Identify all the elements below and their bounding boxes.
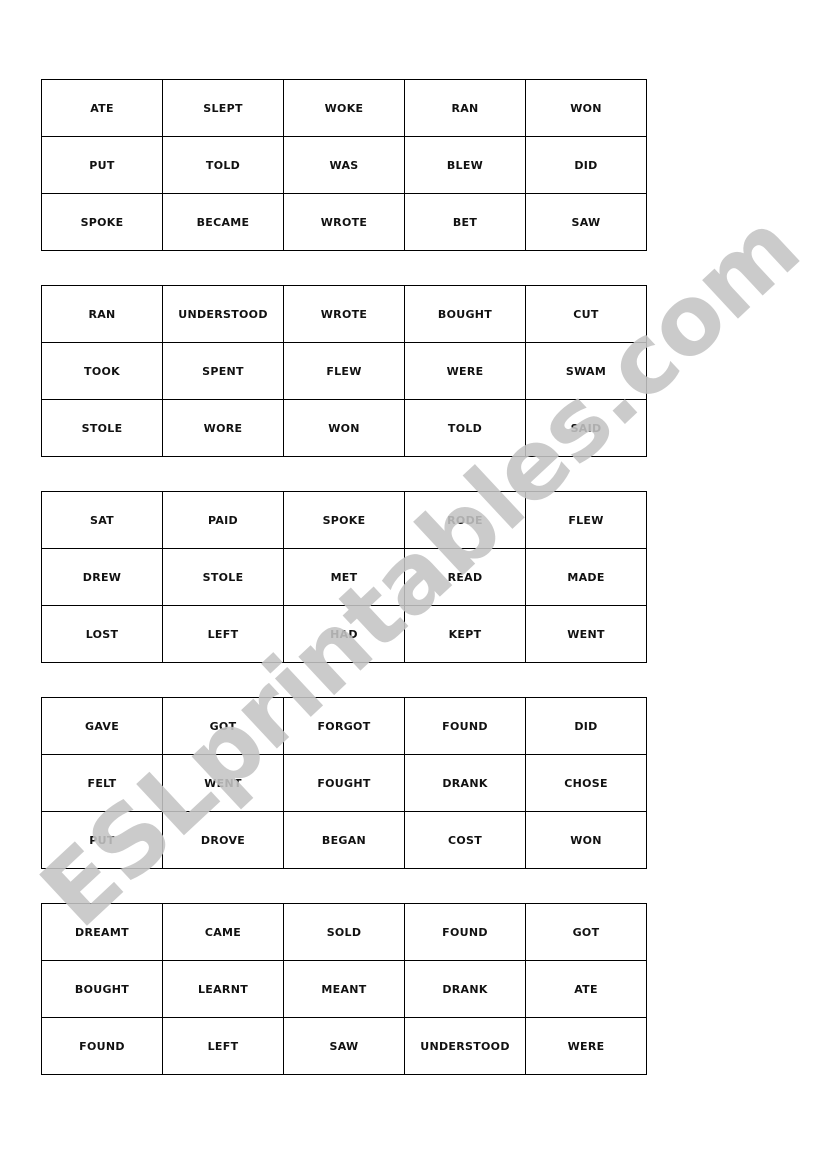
word-cell: TOLD: [404, 399, 526, 457]
word-cell: LOST: [41, 605, 163, 663]
word-cell: BOUGHT: [41, 960, 163, 1018]
word-cell: DREW: [41, 548, 163, 606]
bingo-card-1: ATE SLEPT WOKE RAN WON PUT TOLD WAS BLEW DID SPOKE…: [41, 79, 647, 251]
word-cell: WON: [525, 811, 647, 869]
word-cell: SPENT: [162, 342, 284, 400]
card-row: DREAMT CAME SOLD FOUND GOT: [41, 903, 647, 961]
word-cell: TOLD: [162, 136, 284, 194]
word-cell: BOUGHT: [404, 285, 526, 343]
word-cell: STOLE: [162, 548, 284, 606]
card-row: RAN UNDERSTOOD WROTE BOUGHT CUT: [41, 285, 647, 343]
word-cell: BLEW: [404, 136, 526, 194]
word-cell: SAW: [525, 193, 647, 251]
word-cell: GOT: [525, 903, 647, 961]
word-cell: TOOK: [41, 342, 163, 400]
word-cell: LEFT: [162, 605, 284, 663]
card-row: ATE SLEPT WOKE RAN WON: [41, 79, 647, 137]
bingo-card-3: SAT PAID SPOKE RODE FLEW DREW STOLE MET READ MADE…: [41, 491, 647, 663]
word-cell: WROTE: [283, 285, 405, 343]
word-cell: HAD: [283, 605, 405, 663]
word-cell: STOLE: [41, 399, 163, 457]
word-cell: DID: [525, 697, 647, 755]
bingo-card-4: GAVE GOT FORGOT FOUND DID FELT WENT FOUGHT DRANK…: [41, 697, 647, 869]
word-cell: SAT: [41, 491, 163, 549]
card-row: FELT WENT FOUGHT DRANK CHOSE: [41, 754, 647, 812]
word-cell: LEARNT: [162, 960, 284, 1018]
word-cell: WENT: [162, 754, 284, 812]
word-cell: SPOKE: [41, 193, 163, 251]
word-cell: WENT: [525, 605, 647, 663]
word-cell: RODE: [404, 491, 526, 549]
word-cell: CAME: [162, 903, 284, 961]
word-cell: KEPT: [404, 605, 526, 663]
word-cell: PUT: [41, 811, 163, 869]
word-cell: PUT: [41, 136, 163, 194]
card-row: TOOK SPENT FLEW WERE SWAM: [41, 342, 647, 400]
word-cell: SAW: [283, 1017, 405, 1075]
word-cell: CUT: [525, 285, 647, 343]
word-cell: WON: [525, 79, 647, 137]
word-cell: DID: [525, 136, 647, 194]
card-row: PUT DROVE BEGAN COST WON: [41, 811, 647, 869]
word-cell: FLEW: [283, 342, 405, 400]
word-cell: FOUGHT: [283, 754, 405, 812]
word-cell: WROTE: [283, 193, 405, 251]
word-cell: SAID: [525, 399, 647, 457]
word-cell: READ: [404, 548, 526, 606]
card-row: BOUGHT LEARNT MEANT DRANK ATE: [41, 960, 647, 1018]
word-cell: COST: [404, 811, 526, 869]
word-cell: FOUND: [404, 903, 526, 961]
word-cell: ATE: [41, 79, 163, 137]
word-cell: DROVE: [162, 811, 284, 869]
word-cell: WOKE: [283, 79, 405, 137]
word-cell: WORE: [162, 399, 284, 457]
word-cell: GAVE: [41, 697, 163, 755]
word-cell: DRANK: [404, 754, 526, 812]
card-row: PUT TOLD WAS BLEW DID: [41, 136, 647, 194]
card-row: SAT PAID SPOKE RODE FLEW: [41, 491, 647, 549]
word-cell: DRANK: [404, 960, 526, 1018]
word-cell: WAS: [283, 136, 405, 194]
word-cell: SPOKE: [283, 491, 405, 549]
word-cell: FORGOT: [283, 697, 405, 755]
word-cell: SWAM: [525, 342, 647, 400]
word-cell: BEGAN: [283, 811, 405, 869]
word-cell: FELT: [41, 754, 163, 812]
word-cell: UNDERSTOOD: [404, 1017, 526, 1075]
word-cell: MADE: [525, 548, 647, 606]
word-cell: RAN: [41, 285, 163, 343]
card-row: GAVE GOT FORGOT FOUND DID: [41, 697, 647, 755]
word-cell: MET: [283, 548, 405, 606]
word-cell: RAN: [404, 79, 526, 137]
card-row: FOUND LEFT SAW UNDERSTOOD WERE: [41, 1017, 647, 1075]
word-cell: LEFT: [162, 1017, 284, 1075]
word-cell: GOT: [162, 697, 284, 755]
word-cell: FOUND: [404, 697, 526, 755]
bingo-card-5: DREAMT CAME SOLD FOUND GOT BOUGHT LEARNT MEANT D…: [41, 903, 647, 1075]
word-cell: UNDERSTOOD: [162, 285, 284, 343]
word-cell: SLEPT: [162, 79, 284, 137]
word-cell: WERE: [404, 342, 526, 400]
card-row: LOST LEFT HAD KEPT WENT: [41, 605, 647, 663]
word-cell: FOUND: [41, 1017, 163, 1075]
word-cell: FLEW: [525, 491, 647, 549]
card-row: SPOKE BECAME WROTE BET SAW: [41, 193, 647, 251]
word-cell: ATE: [525, 960, 647, 1018]
word-cell: CHOSE: [525, 754, 647, 812]
card-row: DREW STOLE MET READ MADE: [41, 548, 647, 606]
word-cell: DREAMT: [41, 903, 163, 961]
word-cell: MEANT: [283, 960, 405, 1018]
word-cell: WERE: [525, 1017, 647, 1075]
word-cell: BECAME: [162, 193, 284, 251]
word-cell: WON: [283, 399, 405, 457]
word-cell: PAID: [162, 491, 284, 549]
word-cell: SOLD: [283, 903, 405, 961]
word-cell: BET: [404, 193, 526, 251]
bingo-card-2: RAN UNDERSTOOD WROTE BOUGHT CUT TOOK SPENT FLEW…: [41, 285, 647, 457]
card-row: STOLE WORE WON TOLD SAID: [41, 399, 647, 457]
